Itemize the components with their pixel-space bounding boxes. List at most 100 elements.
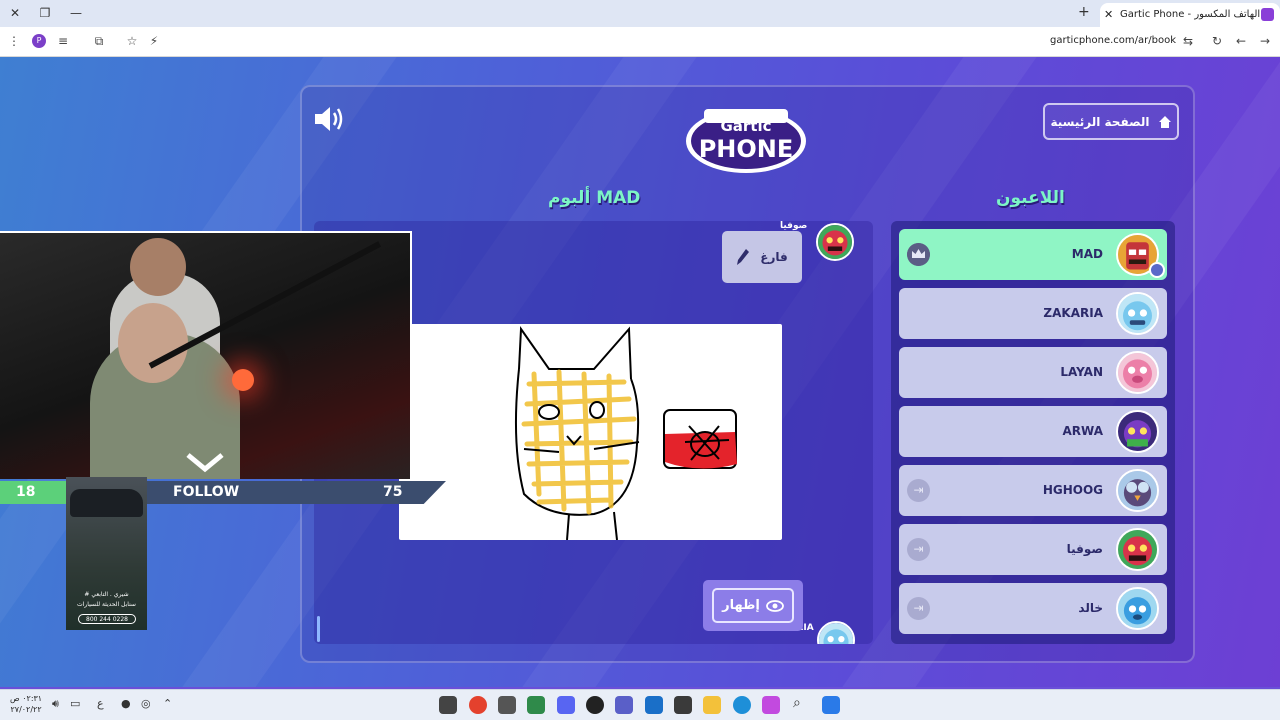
player-name: صوفيا (1066, 542, 1103, 556)
player-name: MAD (1071, 247, 1103, 261)
home-icon (1158, 115, 1171, 128)
browser-tab[interactable]: ✕ Gartic Phone - الهاتف المكسور (1100, 3, 1280, 27)
edge-icon[interactable] (733, 696, 751, 714)
player-avatar (1116, 351, 1159, 394)
game-page: Gartic PHONE الصفحة الرئيسية اللاعبون أل… (0, 57, 1280, 687)
copilot-icon[interactable] (762, 696, 780, 714)
eye-icon (765, 599, 784, 612)
extensions-icon[interactable]: ⧉ (91, 34, 107, 49)
taskbar-clock[interactable]: ٠٢:٣١ ص ٢٧/٠٢/٢٢ (10, 693, 42, 715)
players-title: اللاعبون (996, 188, 1065, 208)
player-row[interactable]: ⇥ HGHOOG (899, 465, 1167, 516)
close-tab-icon[interactable]: ✕ (1104, 3, 1113, 27)
reading-list-icon[interactable]: ≡ (55, 34, 71, 48)
player-row[interactable]: MAD (899, 229, 1167, 280)
speaker-icon[interactable] (313, 105, 345, 133)
player-drawing (399, 324, 782, 540)
close-window-icon[interactable]: ✕ (5, 4, 25, 22)
webcam-head-front (118, 303, 188, 383)
empty-drawing-bubble: فارغ (722, 231, 802, 283)
browser-tabbar: ✕ ❐ — + ✕ Gartic Phone - الهاتف المكسور (0, 0, 1280, 27)
extension-pin-icon[interactable]: ⚡ (146, 34, 162, 48)
clock-time: ٠٢:٣١ ص (10, 694, 43, 703)
players-panel: MAD ZAKARIA LAYAN ARWA ⇥ HGHOOG ⇥ صوفيا … (891, 221, 1175, 644)
webcam-overlay (0, 231, 412, 479)
empty-label: فارغ (760, 250, 788, 264)
obs-icon[interactable] (439, 696, 457, 714)
crown-icon (907, 243, 930, 266)
ad-line2: سنابل الحديثة للسيارات (77, 601, 136, 608)
minimize-window-icon[interactable]: — (66, 4, 86, 22)
volume-icon[interactable]: 🔊︎ (52, 697, 59, 711)
album-title: ألبوم MAD (548, 188, 641, 208)
car-ad: # شيري . التابعي سنابل الحديثة للسيارات … (66, 477, 147, 630)
forward-icon[interactable]: → (1257, 34, 1273, 48)
player-row[interactable]: LAYAN (899, 347, 1167, 398)
menu-dots-icon[interactable]: ⋮ (6, 34, 22, 48)
clock-date: ٢٧/٠٢/٢٢ (10, 705, 42, 714)
app-icon[interactable] (498, 696, 516, 714)
store-icon[interactable] (674, 696, 692, 714)
follow-label: FOLLOW (173, 484, 240, 500)
show-label: إظهار (722, 598, 760, 613)
ad-car-image (70, 489, 143, 517)
pencil-icon (737, 249, 750, 265)
player-name: ZAKARIA (1043, 306, 1103, 320)
ad-phone: 800 244 0228 (78, 614, 136, 624)
left-count: 18 (16, 484, 36, 500)
tray-chevron-icon[interactable]: ⌃ (163, 697, 172, 710)
player-name: خالد (1078, 601, 1103, 615)
windows-start-icon[interactable] (822, 696, 840, 714)
discord-icon[interactable] (557, 696, 575, 714)
url-field[interactable]: garticphone.com/ar/book (1020, 35, 1176, 46)
show-button[interactable]: إظهار (703, 580, 803, 631)
player-avatar (1116, 528, 1159, 571)
ad-line1: # شيري . التابعي (84, 591, 129, 598)
player-row[interactable]: ARWA (899, 406, 1167, 457)
kick-player-icon[interactable]: ⇥ (907, 479, 930, 502)
right-count: 75 (383, 484, 403, 500)
home-button-label: الصفحة الرئيسية (1050, 114, 1150, 129)
teams-icon[interactable] (615, 696, 633, 714)
show-button-inner: إظهار (712, 588, 794, 623)
player-row[interactable]: ZAKARIA (899, 288, 1167, 339)
search-icon[interactable]: ⌕ (793, 695, 801, 711)
album-scroll-indicator[interactable] (317, 616, 320, 642)
player-avatar (1116, 469, 1159, 512)
taskbar: ٠٢:٣١ ص ٢٧/٠٢/٢٢ 🔊︎ ▭ ع ● ◎ ⌃ ⌕ (0, 689, 1280, 720)
input-language[interactable]: ع (97, 697, 104, 710)
player-avatar (1116, 587, 1159, 630)
player-row[interactable]: ⇥ خالد (899, 583, 1167, 634)
kick-player-icon[interactable]: ⇥ (907, 597, 930, 620)
new-tab-icon[interactable]: + (1078, 4, 1090, 20)
player-row[interactable]: ⇥ صوفيا (899, 524, 1167, 575)
svg-text:PHONE: PHONE (699, 135, 794, 163)
kick-player-icon[interactable]: ⇥ (907, 538, 930, 561)
author-avatar (816, 223, 854, 261)
address-bar: ⋮ P ≡ ⧉ ☆ ⚡ garticphone.com/ar/book ⇆ ↻ … (0, 27, 1280, 57)
webcam-head-back (130, 238, 186, 296)
player-avatar (1116, 292, 1159, 335)
player-name: LAYAN (1060, 365, 1103, 379)
network-icon[interactable]: ▭ (70, 697, 80, 710)
restore-window-icon[interactable]: ❐ (35, 4, 55, 22)
outlook-icon[interactable] (645, 696, 663, 714)
back-icon[interactable]: ← (1233, 34, 1249, 48)
player-avatar (1116, 410, 1159, 453)
reload-icon[interactable]: ↻ (1209, 34, 1225, 48)
microphone-icon[interactable]: ● (121, 697, 131, 710)
author-name: صوفيا (780, 221, 808, 231)
home-button[interactable]: الصفحة الرئيسية (1043, 103, 1179, 140)
file-explorer-icon[interactable] (703, 696, 721, 714)
site-settings-icon[interactable]: ⇆ (1180, 34, 1196, 48)
chrome-icon[interactable] (469, 696, 487, 714)
profile-avatar[interactable]: P (32, 34, 46, 48)
player-name: HGHOOG (1042, 483, 1103, 497)
tray-app-icon[interactable]: ◎ (141, 697, 151, 710)
bookmark-star-icon[interactable]: ☆ (124, 34, 140, 48)
author-avatar (817, 621, 855, 644)
excel-icon[interactable] (527, 696, 545, 714)
chatgpt-icon[interactable] (586, 696, 604, 714)
tab-title: Gartic Phone - الهاتف المكسور (1120, 9, 1261, 20)
webcam-lamp (232, 369, 254, 391)
